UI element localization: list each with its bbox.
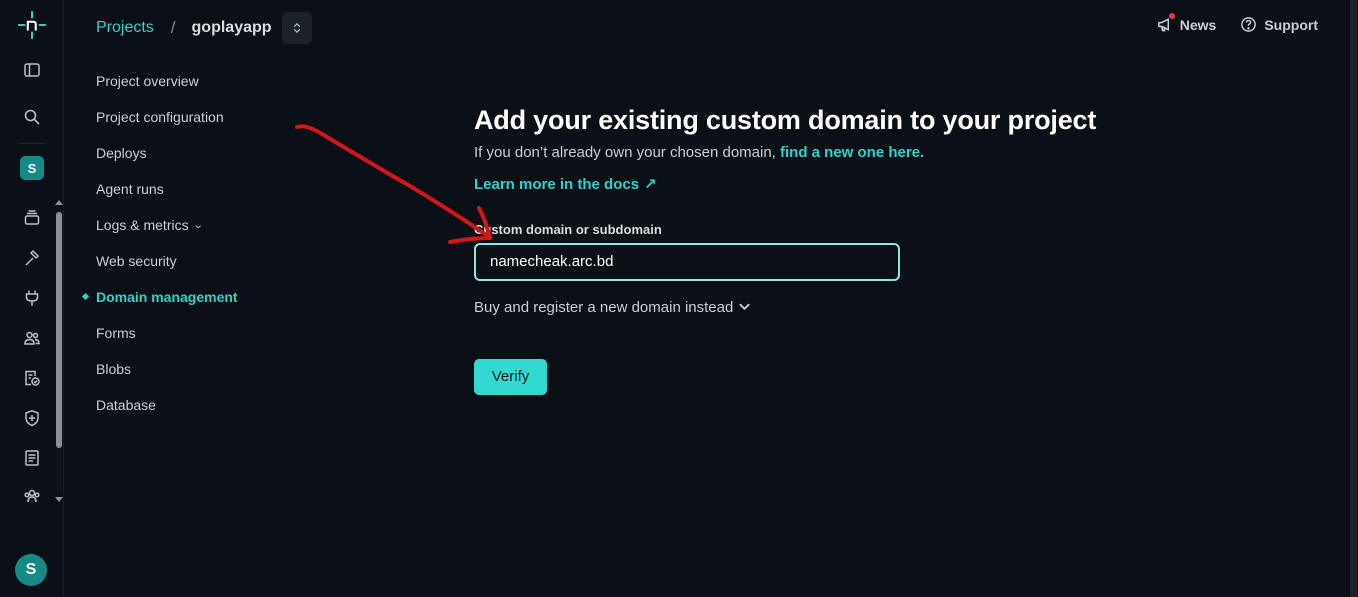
domain-field-label: Custom domain or subdomain [474,221,662,237]
megaphone-icon [1156,13,1175,33]
search-icon[interactable] [17,102,47,132]
find-domain-link[interactable]: find a new one here. [780,144,924,161]
subnav-item-blobs[interactable]: Blobs [96,351,336,387]
icon-rail: S S [0,0,64,597]
user-avatar[interactable]: S [15,554,47,586]
rail-scrollbar[interactable] [54,200,64,502]
subnav-item-database[interactable]: Database [96,387,336,423]
intro-text: If you don’t already own your chosen dom… [474,144,1174,161]
docs-link[interactable]: Learn more in the docs ↗ [474,175,657,194]
help-circle-icon [1241,17,1257,32]
page-title: Add your existing custom domain to your … [474,105,1097,135]
receipt-icon[interactable] [17,443,47,473]
support-label: Support [1264,16,1318,33]
buy-domain-toggle[interactable]: Buy and register a new domain instead [474,299,750,316]
news-link[interactable]: News [1156,13,1217,33]
subnav-item-logs-metrics[interactable]: Logs & metrics ⌄ [96,207,336,243]
window-scrollbar[interactable] [1349,0,1358,597]
breadcrumb: Projects / goplayapp [96,12,312,44]
breadcrumb-separator: / [170,18,176,37]
document-badge-icon[interactable] [17,363,47,393]
scroll-up-arrow-icon[interactable] [55,200,63,205]
external-link-arrow-icon: ↗ [644,176,657,193]
project-subnav: Project overview Project configuration D… [96,63,336,423]
buy-domain-label: Buy and register a new domain instead [474,298,734,316]
custom-domain-input[interactable] [474,242,900,281]
team-icon[interactable] [17,323,47,353]
hammer-icon[interactable] [17,243,47,273]
gear-group-icon[interactable] [17,480,47,510]
site-avatar[interactable]: S [20,156,44,180]
docs-link-label: Learn more in the docs [474,175,640,193]
layers-icon[interactable] [17,203,47,233]
scrollbar-thumb[interactable] [56,212,62,448]
subnav-item-forms[interactable]: Forms [96,315,336,351]
rail-divider [18,143,46,144]
add-domain-panel: Add your existing custom domain to your … [474,102,1174,395]
scroll-down-arrow-icon[interactable] [55,497,63,502]
subnav-item-web-security[interactable]: Web security [96,243,336,279]
subnav-item-label: Logs & metrics [96,217,189,233]
plug-icon[interactable] [17,283,47,313]
chevron-up-down-icon [293,23,300,33]
window-scrollbar-thumb[interactable] [1350,0,1357,597]
shield-icon[interactable] [17,403,47,433]
subnav-item-domain-management[interactable]: Domain management [96,279,336,315]
breadcrumb-projects-link[interactable]: Projects [96,19,154,37]
subnav-item-agent-runs[interactable]: Agent runs [96,171,336,207]
subnav-item-project-overview[interactable]: Project overview [96,63,336,99]
intro-text-body: If you don’t already own your chosen dom… [474,144,781,161]
chevron-down-icon [739,303,750,310]
chevron-down-icon: ⌄ [192,219,204,231]
breadcrumb-site-name[interactable]: goplayapp [192,19,272,37]
verify-button[interactable]: Verify [474,358,547,395]
support-link[interactable]: Support [1240,16,1318,33]
top-right-nav: News Support [1156,13,1318,33]
project-switcher-button[interactable] [281,12,312,44]
sidebar-toggle-icon[interactable] [17,55,47,85]
subnav-item-project-configuration[interactable]: Project configuration [96,99,336,135]
subnav-item-deploys[interactable]: Deploys [96,135,336,171]
netlify-logo-icon[interactable] [17,10,47,40]
notification-dot [1168,13,1175,19]
news-label: News [1179,16,1217,33]
